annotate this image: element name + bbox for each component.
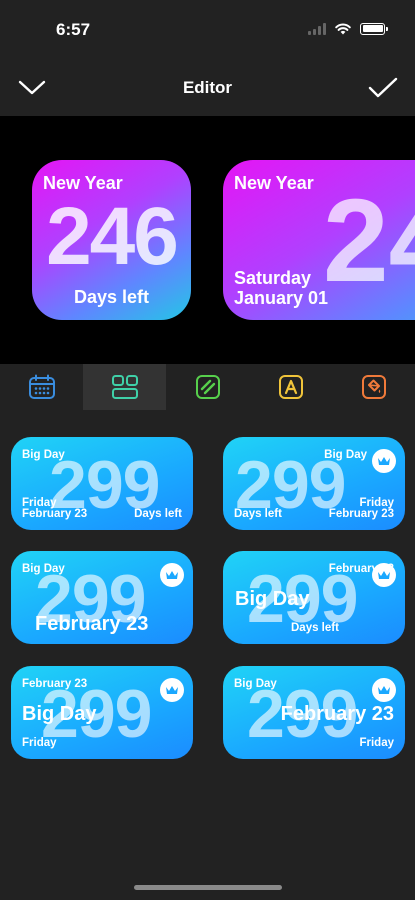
tab-calendar[interactable] xyxy=(0,364,83,410)
days-count: 246 xyxy=(46,191,179,282)
tab-fill[interactable] xyxy=(332,364,415,410)
template-card-premium[interactable]: 299 February 23 Big Day Friday xyxy=(11,666,193,759)
weekday-label: Friday xyxy=(359,737,394,749)
event-label: Big Day xyxy=(22,563,65,575)
event-label: New Year xyxy=(234,173,314,193)
date-label: February 23 xyxy=(35,613,149,635)
editor-tab-bar xyxy=(0,364,415,410)
crown-icon xyxy=(166,571,178,579)
crown-icon xyxy=(166,686,178,694)
template-card-premium[interactable]: 299 February 23 Big Day Days left xyxy=(223,551,405,644)
premium-badge xyxy=(160,678,184,702)
crown-icon xyxy=(378,686,390,694)
premium-badge xyxy=(372,449,396,473)
weekday-label: Friday xyxy=(22,737,57,749)
status-bar: 6:57 xyxy=(0,0,415,60)
calendar-icon xyxy=(28,374,55,399)
template-card-premium[interactable]: 299 Big Day February 23 Friday xyxy=(223,666,405,759)
template-card-premium[interactable]: 299 Big Day February 23 xyxy=(11,551,193,644)
page-title: Editor xyxy=(182,78,233,97)
date-label: February 23 xyxy=(280,703,394,725)
days-left-label: Days left xyxy=(73,287,150,307)
paint-bucket-icon xyxy=(361,375,386,399)
event-label: Big Day xyxy=(22,449,65,461)
home-indicator[interactable] xyxy=(134,885,282,890)
weekday-label: Saturday xyxy=(234,268,312,288)
event-label: Big Day xyxy=(324,449,367,461)
battery-icon xyxy=(360,22,388,35)
premium-badge xyxy=(372,678,396,702)
status-time: 6:57 xyxy=(56,20,91,39)
small-widget-preview[interactable]: New Year 246 Days left xyxy=(32,160,191,320)
stripes-icon xyxy=(195,375,220,399)
confirm-button[interactable] xyxy=(367,74,399,102)
event-label: Big Day xyxy=(235,588,310,610)
date-label: February 23 xyxy=(22,678,88,690)
days-left-label: Days left xyxy=(134,508,182,520)
date-label: February 23 xyxy=(328,508,394,520)
template-card-premium[interactable]: 299 Days left Friday February 23 Big Day xyxy=(223,437,405,530)
premium-badge xyxy=(160,563,184,587)
days-left-label: Days left xyxy=(234,508,282,520)
text-icon xyxy=(278,375,303,399)
tab-layout[interactable] xyxy=(83,364,166,410)
tab-text[interactable] xyxy=(249,364,332,410)
medium-widget-preview[interactable]: New Year 246 Saturday January 01 xyxy=(223,160,415,320)
days-left-label: Days left xyxy=(291,622,339,634)
layout-icon xyxy=(111,375,138,399)
crown-icon xyxy=(378,457,390,465)
cellular-signal-icon xyxy=(308,22,326,35)
template-card[interactable]: 299 Big Day Friday February 23 Days left xyxy=(11,437,193,530)
crown-icon xyxy=(378,571,390,579)
checkmark-icon xyxy=(368,77,398,98)
status-icons xyxy=(308,22,388,35)
premium-badge xyxy=(372,563,396,587)
event-label: Big Day xyxy=(234,678,277,690)
tab-pattern[interactable] xyxy=(166,364,249,410)
widget-preview-area[interactable]: New Year 246 Days left New Year 246 Satu… xyxy=(0,116,415,364)
nav-bar: Editor xyxy=(0,60,415,116)
date-label: February 23 xyxy=(22,508,88,520)
template-grid: 299 Big Day Friday February 23 Days left… xyxy=(0,410,415,850)
days-count: 246 xyxy=(323,175,415,307)
event-label: Big Day xyxy=(22,703,97,725)
date-label: January 01 xyxy=(234,288,329,308)
wifi-icon xyxy=(335,23,351,35)
